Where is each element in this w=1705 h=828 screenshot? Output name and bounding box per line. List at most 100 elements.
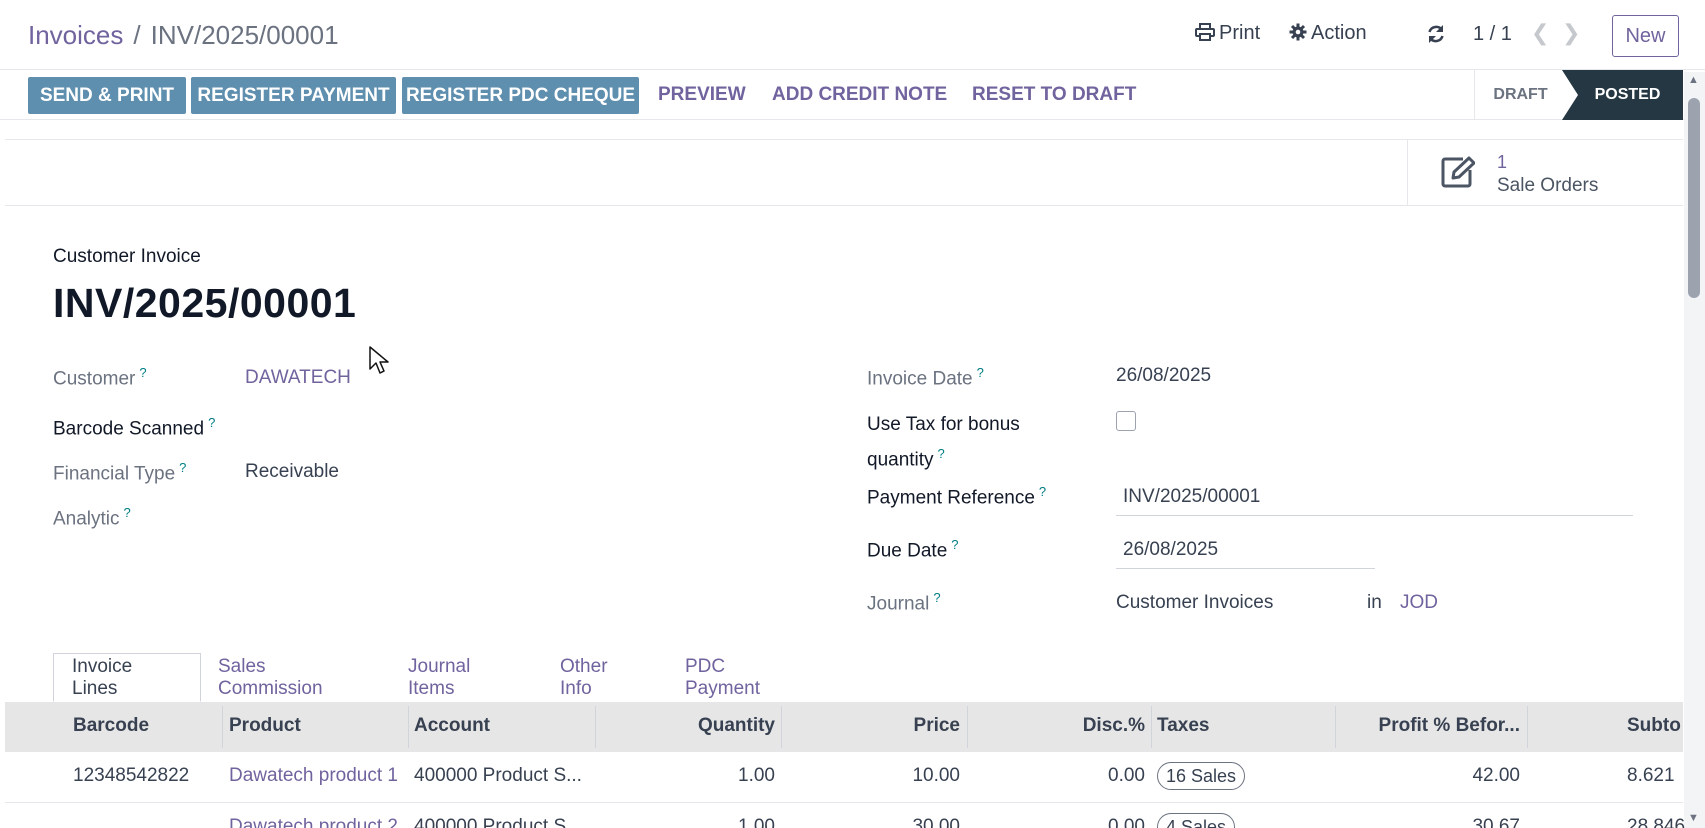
invoice-date-label-text: Invoice Date: [867, 368, 973, 390]
table-row[interactable]: Dawatech product 2 400000 Product S... 1…: [5, 803, 1685, 828]
help-icon[interactable]: ?: [124, 505, 131, 520]
journal-label: Journal?: [867, 590, 941, 615]
cell-quantity[interactable]: 1.00: [605, 816, 775, 828]
financial-type-label: Financial Type?: [53, 460, 186, 485]
column-divider[interactable]: [408, 706, 409, 748]
cell-profit: 30.67: [1472, 816, 1520, 828]
help-icon[interactable]: ?: [1039, 484, 1046, 499]
action-button[interactable]: Action: [1289, 22, 1367, 45]
column-header-quantity[interactable]: Quantity: [605, 715, 775, 737]
cell-discount[interactable]: 0.00: [985, 765, 1145, 787]
customer-value[interactable]: DAWATECH: [245, 367, 351, 389]
help-icon[interactable]: ?: [139, 365, 146, 380]
breadcrumb-invoices-link[interactable]: Invoices: [28, 20, 123, 50]
column-divider[interactable]: [967, 706, 968, 748]
column-header-subtotal[interactable]: Subto: [1627, 715, 1681, 737]
register-payment-button[interactable]: REGISTER PAYMENT: [191, 77, 396, 114]
help-icon[interactable]: ?: [179, 460, 186, 475]
due-date-input[interactable]: 26/08/2025: [1116, 535, 1375, 569]
column-header-price[interactable]: Price: [795, 715, 960, 737]
print-button[interactable]: Print: [1195, 22, 1260, 45]
help-icon[interactable]: ?: [208, 415, 215, 430]
tab-pdc-payment[interactable]: PDC Payment: [685, 653, 760, 702]
refresh-icon[interactable]: [1426, 24, 1446, 44]
cell-quantity[interactable]: 1.00: [605, 765, 775, 787]
column-header-barcode[interactable]: Barcode: [73, 715, 149, 737]
invoice-date-label: Invoice Date?: [867, 365, 984, 390]
gear-icon: [1289, 23, 1307, 41]
cell-account[interactable]: 400000 Product S...: [414, 816, 582, 828]
register-pdc-cheque-button[interactable]: REGISTER PDC CHEQUE: [402, 77, 639, 114]
tax-tag[interactable]: 16 Sales: [1157, 762, 1246, 790]
tax-tag[interactable]: 4 Sales: [1157, 813, 1236, 828]
cell-barcode: 12348542822: [73, 765, 190, 786]
status-draft[interactable]: DRAFT: [1474, 70, 1566, 120]
table-row[interactable]: 12348542822 Dawatech product 1 400000 Pr…: [5, 752, 1683, 803]
control-panel: Invoices / INV/2025/00001 Print Action 1 /…: [0, 0, 1705, 70]
cell-profit: 42.00: [1472, 765, 1520, 786]
preview-button[interactable]: PREVIEW: [658, 84, 746, 106]
document-type: Customer Invoice: [53, 246, 201, 267]
cell-discount[interactable]: 0.00: [985, 816, 1145, 828]
journal-currency[interactable]: JOD: [1400, 592, 1438, 614]
tab-sales-commission[interactable]: Sales Commission: [218, 653, 323, 702]
cell-product[interactable]: Dawatech product 2: [229, 816, 398, 828]
column-header-product[interactable]: Product: [229, 715, 301, 737]
column-header-taxes[interactable]: Taxes: [1157, 715, 1209, 737]
column-header-profit[interactable]: Profit % Befor...: [1345, 715, 1520, 737]
scroll-down-arrow-icon[interactable]: ▼: [1688, 812, 1699, 824]
journal-value[interactable]: Customer Invoices: [1116, 592, 1273, 614]
use-tax-bonus-label-line2: quantity: [867, 449, 934, 471]
chevron-left-icon[interactable]: ❮: [1531, 20, 1549, 46]
payment-reference-label: Payment Reference?: [867, 484, 1046, 509]
payment-reference-label-text: Payment Reference: [867, 487, 1035, 509]
column-header-discount[interactable]: Disc.%: [985, 715, 1145, 737]
status-posted[interactable]: POSTED: [1562, 70, 1683, 120]
cell-price[interactable]: 10.00: [795, 765, 960, 787]
column-header-account[interactable]: Account: [414, 715, 490, 737]
sale-orders-count: 1: [1497, 152, 1508, 172]
cell-account[interactable]: 400000 Product S...: [414, 765, 582, 787]
column-divider[interactable]: [781, 706, 782, 748]
action-label: Action: [1311, 22, 1367, 44]
use-tax-bonus-checkbox[interactable]: [1116, 411, 1136, 431]
scroll-up-arrow-icon[interactable]: ▲: [1688, 74, 1699, 86]
help-icon[interactable]: ?: [938, 446, 945, 461]
column-divider[interactable]: [1151, 706, 1152, 748]
tab-other-info[interactable]: Other Info: [560, 653, 608, 702]
new-button[interactable]: New: [1612, 15, 1679, 57]
scrollbar-thumb[interactable]: [1688, 98, 1700, 298]
column-divider[interactable]: [222, 706, 223, 748]
column-divider[interactable]: [1527, 706, 1528, 748]
tab-invoice-lines[interactable]: Invoice Lines: [53, 653, 201, 702]
breadcrumb-current: INV/2025/00001: [150, 20, 339, 50]
use-tax-bonus-label: Use Tax for bonus quantity?: [867, 410, 1020, 474]
column-divider[interactable]: [1335, 706, 1336, 748]
edit-icon: [1441, 156, 1475, 188]
help-icon[interactable]: ?: [977, 365, 984, 380]
column-divider[interactable]: [595, 706, 596, 748]
journal-in-text: in: [1367, 592, 1382, 613]
button-box: 1 Sale Orders: [5, 139, 1683, 206]
action-bar: SEND & PRINT REGISTER PAYMENT REGISTER P…: [0, 70, 1705, 120]
breadcrumb: Invoices / INV/2025/00001: [28, 20, 339, 51]
tab-journal-items[interactable]: Journal Items: [408, 653, 470, 702]
help-icon[interactable]: ?: [951, 537, 958, 552]
invoice-date-value[interactable]: 26/08/2025: [1116, 365, 1211, 387]
pager-value[interactable]: 1 / 1: [1473, 23, 1512, 46]
customer-label-text: Customer: [53, 368, 136, 390]
document-name: INV/2025/00001: [53, 280, 357, 326]
status-bar: DRAFT POSTED: [1474, 70, 1683, 120]
analytic-label: Analytic?: [53, 505, 131, 530]
chevron-right-icon[interactable]: ❯: [1562, 20, 1580, 46]
financial-type-value[interactable]: Receivable: [245, 461, 339, 483]
cell-subtotal: 8.621: [1627, 765, 1675, 786]
cell-product[interactable]: Dawatech product 1: [229, 765, 398, 787]
add-credit-note-button[interactable]: ADD CREDIT NOTE: [772, 84, 947, 106]
send-print-button[interactable]: SEND & PRINT: [28, 77, 186, 114]
cell-price[interactable]: 30.00: [795, 816, 960, 828]
sale-orders-smart-button[interactable]: 1 Sale Orders: [1407, 140, 1683, 206]
help-icon[interactable]: ?: [933, 590, 940, 605]
reset-to-draft-button[interactable]: RESET TO DRAFT: [972, 84, 1136, 106]
payment-reference-input[interactable]: INV/2025/00001: [1116, 482, 1633, 516]
